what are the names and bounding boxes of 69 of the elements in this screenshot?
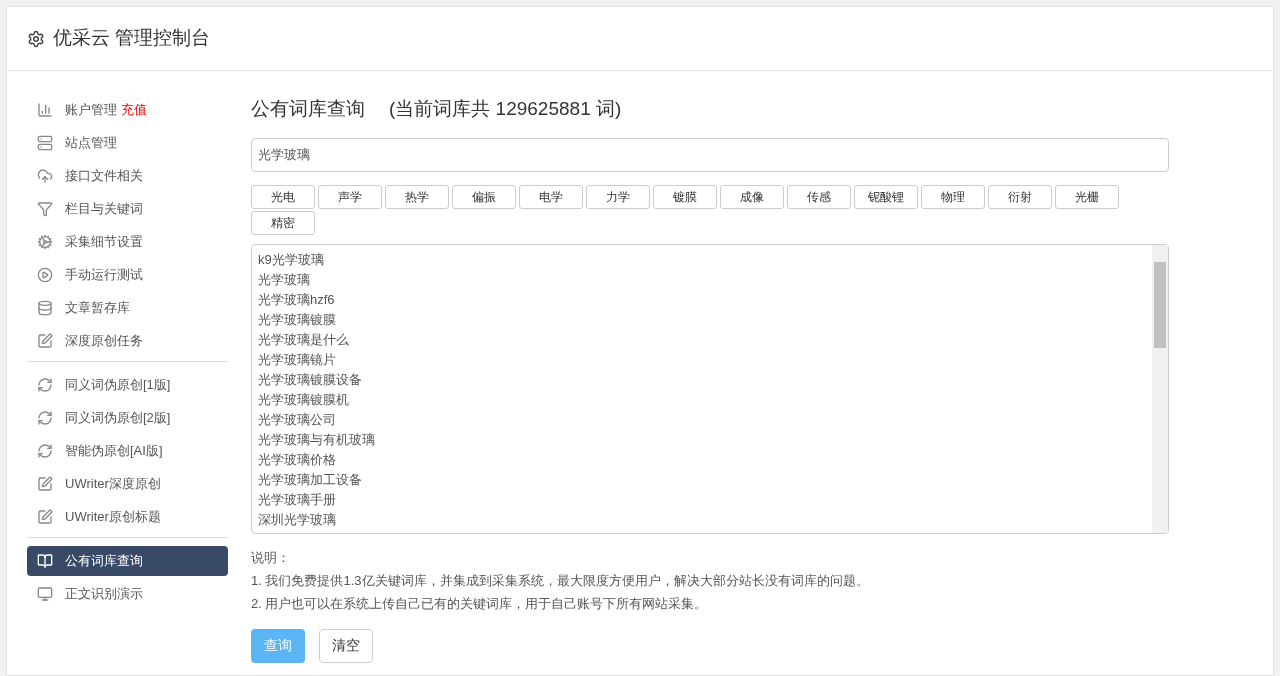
sidebar-item[interactable]: 文章暂存库	[27, 293, 228, 323]
tag-button[interactable]: 物理	[921, 184, 985, 209]
note-text: 2. 用户也可以在系统上传自己已有的关键词库，用于自己账号下所有网站采集。	[251, 594, 709, 613]
notes-title: 说明：	[251, 548, 291, 567]
result-item: k9光学玻璃	[258, 250, 325, 269]
edit-icon	[37, 333, 53, 349]
server-icon	[37, 135, 53, 151]
sidebar-item[interactable]: 智能伪原创[AI版]	[27, 436, 228, 466]
monitor-icon	[37, 586, 53, 602]
clear-button[interactable]: 清空	[319, 628, 373, 663]
console-title: 优采云 管理控制台	[53, 26, 211, 51]
tag-button[interactable]: 镀膜	[653, 184, 717, 209]
sidebar-item[interactable]: 接口文件相关	[27, 161, 228, 191]
sidebar-item[interactable]: 手动运行测试	[27, 260, 228, 290]
scrollbar[interactable]	[1152, 244, 1168, 533]
sidebar-item[interactable]: 正文识别演示	[27, 579, 228, 609]
edit-icon	[37, 509, 53, 525]
database-icon	[37, 300, 53, 316]
tag-button[interactable]: 偏振	[452, 184, 516, 209]
tag-button[interactable]: 力学	[586, 184, 650, 209]
result-item: 光学玻璃hzf6	[258, 290, 336, 309]
sidebar-item[interactable]: 同义词伪原创[1版]	[27, 370, 228, 400]
sidebar-item[interactable]: 同义词伪原创[2版]	[27, 403, 228, 433]
result-item: 光学玻璃公司	[258, 410, 337, 429]
tag-button[interactable]: 电学	[519, 184, 583, 209]
note-text: 1. 我们免费提供1.3亿关键词库，并集成到采集系统，最大限度方便用户，解决大部分站长没有词库的问题。	[251, 571, 870, 590]
result-item: 光学玻璃加工设备	[258, 470, 363, 489]
book-icon	[37, 553, 53, 569]
sidebar-item[interactable]: 公有词库查询	[27, 546, 228, 576]
tag-button[interactable]: 成像	[720, 184, 784, 209]
tag-button[interactable]: 光栅	[1055, 184, 1119, 209]
tag-button[interactable]: 光电	[251, 184, 315, 209]
tag-button[interactable]: 声学	[318, 184, 382, 209]
search-field[interactable]: 光学玻璃	[251, 137, 1169, 172]
result-item: 光学玻璃镜片	[258, 350, 337, 369]
tag-button[interactable]: 传感	[787, 184, 851, 209]
tag-button[interactable]: 衍射	[988, 184, 1052, 209]
settings-icon	[27, 29, 45, 48]
gears-icon	[37, 234, 53, 250]
result-item: 深圳光学玻璃	[258, 510, 337, 529]
filter-icon	[37, 201, 53, 217]
sidebar-item[interactable]: 账户管理 充值	[27, 95, 228, 125]
results-list[interactable]: k9光学玻璃 光学玻璃 光学玻璃hzf6 光学玻璃镀膜 光学玻璃是什么 光学玻璃镜片 光学玻璃镀膜设备 光学玻璃镀膜机 光学玻璃公司 光学玻璃与有机玻璃 光学玻璃价格 光学玻璃加工设备 光学玻璃手册 深圳光学玻璃	[251, 243, 1169, 534]
result-item: 光学玻璃	[258, 270, 311, 289]
sidebar-item[interactable]: 采集细节设置	[27, 227, 228, 257]
tag-button[interactable]: 热学	[385, 184, 449, 209]
page-title: 公有词库查询	[251, 97, 365, 121]
refresh-icon	[37, 443, 53, 459]
tag-button[interactable]: 铌酸锂	[854, 184, 918, 209]
sidebar-item[interactable]: UWriter深度原创	[27, 469, 228, 499]
result-item: 光学玻璃价格	[258, 450, 337, 469]
refresh-icon	[37, 377, 53, 393]
tag-button[interactable]: 精密	[251, 210, 315, 235]
sidebar-item[interactable]: 站点管理	[27, 128, 228, 158]
sidebar-item[interactable]: UWriter原创标题	[27, 502, 228, 532]
edit-icon	[37, 476, 53, 492]
sidebar-item[interactable]: 栏目与关键词	[27, 194, 228, 224]
refresh-icon	[37, 410, 53, 426]
result-item: 光学玻璃是什么	[258, 330, 350, 349]
result-item: 光学玻璃镀膜机	[258, 390, 350, 409]
result-item: 光学玻璃与有机玻璃	[258, 430, 376, 449]
cloud-upload-icon	[37, 168, 53, 184]
sidebar-item[interactable]: 深度原创任务	[27, 326, 228, 356]
result-item: 光学玻璃镀膜设备	[258, 370, 363, 389]
play-icon	[37, 267, 53, 283]
result-item: 光学玻璃手册	[258, 490, 337, 509]
word-count: (当前词库共 129625881 词)	[389, 97, 622, 121]
result-item: 光学玻璃镀膜	[258, 310, 337, 329]
chart-icon	[37, 102, 53, 118]
